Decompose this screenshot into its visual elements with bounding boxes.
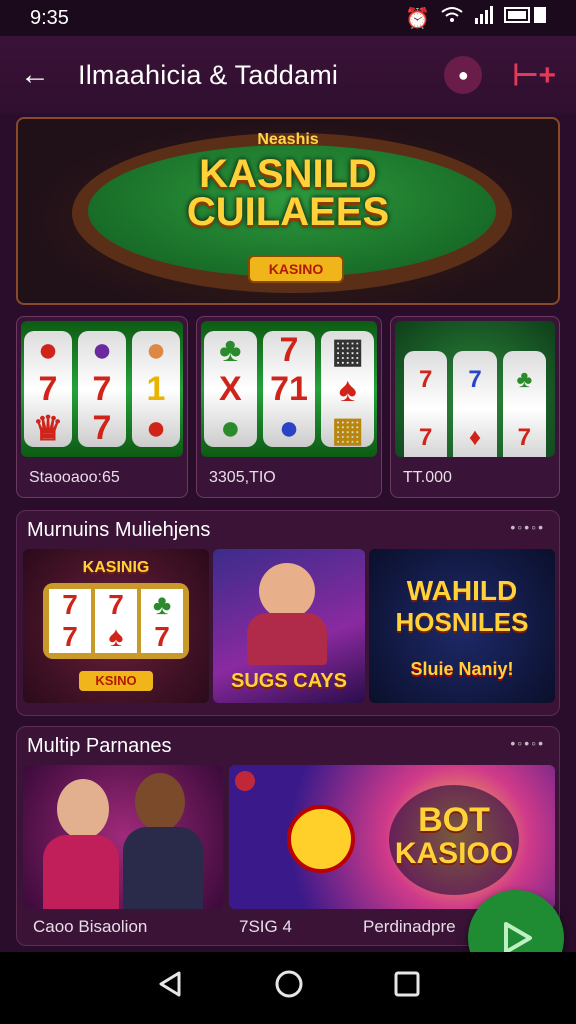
character-woman-body	[43, 835, 119, 909]
more-dots-icon[interactable]: •◦•◦•	[510, 519, 545, 535]
hero-badge: KASINO	[248, 255, 344, 283]
app-bar: ← Ilmaahicia & Taddami ● ⊢+	[0, 36, 576, 114]
more-dots-icon[interactable]: •◦•◦•	[510, 735, 545, 751]
character-body	[247, 613, 327, 665]
character-woman-image	[57, 779, 109, 839]
recents-square-icon[interactable]	[393, 970, 421, 1006]
character-man-image	[135, 773, 185, 831]
game-tile-1[interactable]: KASINIG 77 7 ♠ ♣ 7 KSINO	[23, 549, 209, 703]
hero-subtitle: Neashis	[257, 131, 319, 148]
game-tile-label: SUGS CAYS	[231, 670, 347, 692]
system-nav-bar	[0, 952, 576, 1024]
slot-cards-row: ● 7 ♛ ● 7 7 ● 1 ● Staooaoo:65 ♣ X ● 7 71 ● ▦ ♠ ▦ 330…	[16, 316, 560, 498]
status-time: 9:35	[30, 6, 69, 29]
slot-card-caption: Staooaoo:65	[29, 469, 120, 486]
back-triangle-icon[interactable]	[155, 969, 185, 1007]
game-tile-caption: Caoo Bisaolion	[33, 917, 148, 936]
slot-card-1[interactable]: ● 7 ♛ ● 7 7 ● 1 ● Staooaoo:65	[16, 316, 188, 498]
status-bar: 9:35 ⏰	[0, 0, 576, 36]
game-tile-5[interactable]: BOT KASIOO	[229, 765, 555, 909]
game-tile-caption-secondary: Perdinadpre	[363, 917, 456, 936]
game-tile-title: BOT	[418, 801, 490, 839]
game-tile-caption: 7SIG 4	[239, 917, 292, 936]
slot-card-3[interactable]: 77 7 ♦ ♣ 7 TT.000	[390, 316, 560, 498]
slot-machine-image: ● 7 ♛ ● 7 7 ● 1 ●	[21, 321, 183, 457]
page-title: Ilmaahicia & Taddami	[78, 59, 339, 90]
home-circle-icon[interactable]	[274, 969, 304, 1007]
plus-icon[interactable]: ⊢+	[512, 58, 556, 93]
section-title: Murnuins Muliehjens	[27, 519, 211, 541]
slot-machine-image: 77 7 ♦ ♣ 7	[395, 321, 555, 457]
game-tile-2[interactable]: SUGS CAYS	[213, 549, 365, 703]
game-tile-title: WAHILD	[406, 575, 518, 606]
game-tile-3[interactable]: WAHILD HOSNILES Sluie Naniy!	[369, 549, 555, 703]
hero-title: KASNILD CUILAEES	[186, 152, 390, 234]
game-tile-tagline: Sluie Naniy!	[410, 659, 514, 679]
game-tile-badge: KSINO	[79, 671, 153, 691]
section-title: Multip Parnanes	[27, 735, 172, 757]
arrow-left-icon[interactable]: ←	[20, 58, 60, 92]
chat-icon[interactable]: ●	[444, 56, 483, 94]
slot-machine-image: ♣ X ● 7 71 ● ▦ ♠ ▦	[201, 321, 377, 457]
character-image	[259, 563, 315, 619]
signal-icon	[474, 6, 494, 30]
slot-machine-image: 77 7 ♠ ♣ 7	[43, 583, 189, 659]
slot-card-caption: TT.000	[403, 469, 452, 486]
alarm-icon: ⏰	[405, 7, 430, 30]
wifi-icon	[440, 6, 464, 30]
chip-icon	[235, 771, 255, 791]
character-man-body	[123, 827, 203, 909]
game-tile-label: KASINIG	[82, 559, 150, 576]
game-tile-subtitle: KASIOO	[394, 837, 514, 870]
section-featured: Murnuins Muliehjens •◦•◦• KASINIG 77 7 ♠ …	[16, 510, 560, 716]
slot-card-caption: 3305,TIO	[209, 469, 276, 486]
hero-banner[interactable]: Neashis KASNILD CUILAEES KASINO	[16, 117, 560, 305]
game-tile-subtitle: HOSNILES	[395, 607, 529, 637]
token-image	[287, 805, 355, 873]
status-icons: ⏰	[405, 6, 548, 31]
slot-card-2[interactable]: ♣ X ● 7 71 ● ▦ ♠ ▦ 3305,TIO	[196, 316, 382, 498]
game-tile-4[interactable]	[23, 765, 223, 909]
battery-icon	[504, 6, 548, 30]
